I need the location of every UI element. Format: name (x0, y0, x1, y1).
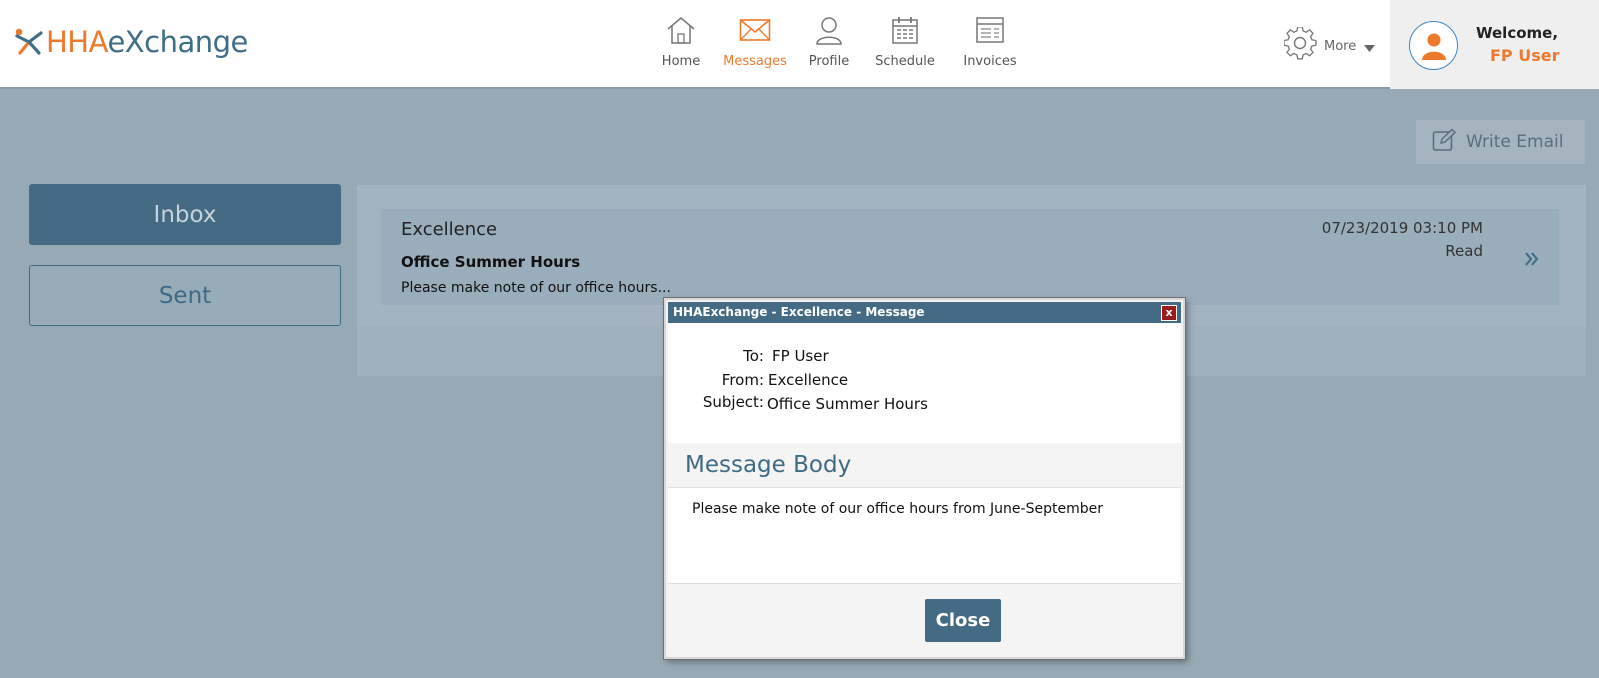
double-chevron-right-icon[interactable] (1525, 251, 1539, 270)
home-icon (665, 10, 697, 50)
from-label: From: (721, 371, 764, 389)
nav-home-label: Home (661, 54, 701, 69)
message-body-title: Message Body (685, 452, 852, 478)
envelope-icon (739, 10, 771, 50)
nav-profile[interactable]: Profile (798, 10, 860, 69)
pencil-square-icon (1432, 128, 1457, 156)
message-preview: Please make note of our office hours... (401, 280, 671, 296)
nav-home[interactable]: Home (650, 10, 712, 69)
message-date: 07/23/2019 03:10 PM (1321, 219, 1483, 237)
top-header: HHAeXchange Home Messages Profile Schedu… (0, 0, 1599, 89)
write-email-button[interactable]: Write Email (1416, 120, 1585, 164)
nav-schedule-label: Schedule (875, 54, 935, 69)
sent-button[interactable]: Sent (29, 265, 341, 326)
caret-down-icon (1364, 37, 1376, 56)
main-nav: Home Messages Profile Schedule Invoices (650, 10, 1024, 69)
dialog-title-bar: HHAExchange - Excellence - Message x (668, 302, 1181, 323)
inbox-button[interactable]: Inbox (29, 184, 341, 245)
message-sender: Excellence (401, 219, 498, 240)
welcome-box[interactable]: Welcome, FP User (1390, 0, 1599, 89)
nav-schedule[interactable]: Schedule (866, 10, 944, 69)
nav-invoices[interactable]: Invoices (956, 10, 1024, 69)
dialog-title: HHAExchange - Excellence - Message (673, 305, 925, 319)
message-subject: Office Summer Hours (401, 253, 581, 271)
nav-invoices-label: Invoices (963, 54, 1017, 69)
dialog-close-x-button[interactable]: x (1161, 305, 1177, 321)
dialog-footer: Close (668, 583, 1181, 655)
subject-label: Subject: (702, 393, 764, 411)
welcome-greeting: Welcome, (1476, 24, 1559, 42)
user-avatar-icon (1421, 33, 1446, 60)
message-body-header: Message Body (668, 443, 1181, 488)
logo-figure-icon (14, 27, 44, 57)
gear-icon (1283, 26, 1318, 65)
more-label: More (1324, 38, 1357, 54)
subject-value: Office Summer Hours (767, 395, 928, 413)
nav-messages[interactable]: Messages (716, 10, 794, 69)
message-row[interactable]: Excellence Office Summer Hours Please ma… (381, 209, 1559, 305)
write-email-label: Write Email (1466, 132, 1564, 152)
message-body-text: Please make note of our office hours fro… (692, 501, 1103, 517)
message-dialog: HHAExchange - Excellence - Message x To:… (664, 298, 1185, 659)
message-status: Read (1445, 242, 1483, 260)
to-label: To: (743, 347, 764, 365)
calendar-icon (891, 10, 919, 50)
to-value: FP User (772, 347, 829, 365)
hhaexchange-logo[interactable]: HHAeXchange (14, 22, 248, 62)
nav-messages-label: Messages (723, 54, 787, 69)
from-value: Excellence (768, 371, 849, 389)
user-icon (814, 10, 844, 50)
close-button[interactable]: Close (925, 599, 1001, 642)
dialog-body: To: FP User From: Excellence Subject: Of… (668, 323, 1181, 655)
more-menu[interactable]: More (1283, 26, 1376, 65)
avatar (1409, 21, 1458, 70)
logo-text: HHAeXchange (46, 25, 248, 59)
welcome-username: FP User (1490, 46, 1560, 65)
nav-profile-label: Profile (808, 54, 850, 69)
invoice-icon (975, 10, 1005, 50)
